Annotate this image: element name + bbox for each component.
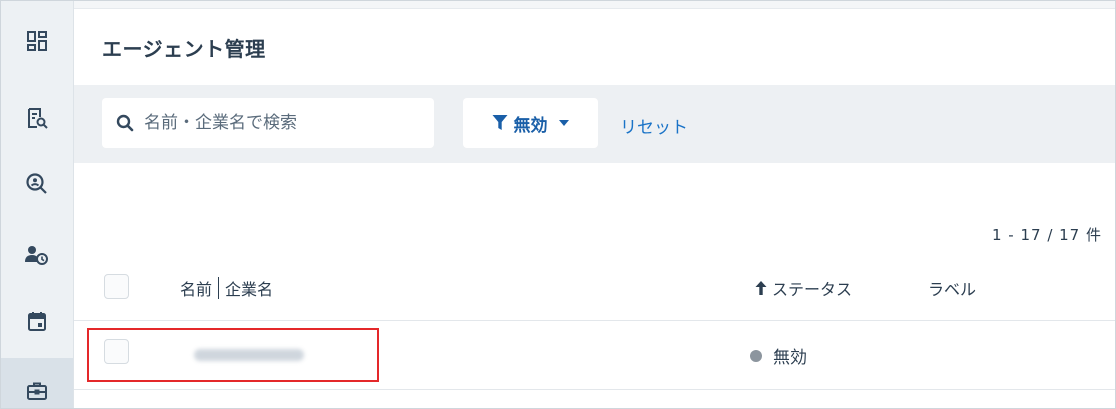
briefcase-icon (26, 382, 47, 400)
page-header: エージェント管理 (74, 9, 1116, 85)
app-window: エージェント管理 無効 リセット 1 - 17 / 17 件 (0, 0, 1116, 409)
status-filter-label: 無効 (513, 115, 548, 136)
sidebar-item-reports[interactable] (0, 87, 73, 149)
row-status: 無効 (750, 343, 807, 368)
search-box[interactable] (102, 98, 434, 148)
calendar-icon (27, 312, 46, 331)
filter-bar: 無効 リセット (74, 85, 1116, 163)
table-header: 名前 企業名 ステータス ラベル (74, 258, 1116, 321)
column-header-label[interactable]: ラベル (928, 276, 976, 300)
caret-down-icon (558, 120, 569, 126)
column-header-name[interactable]: 名前 企業名 (180, 276, 273, 300)
sidebar-item-attendance[interactable] (0, 224, 73, 286)
person-search-icon (25, 173, 47, 194)
column-company-label: 企業名 (225, 280, 274, 299)
user-clock-icon (24, 246, 48, 265)
result-count: 1 - 17 / 17 件 (991, 226, 1102, 244)
column-divider (218, 277, 220, 299)
reset-link[interactable]: リセット (620, 113, 688, 138)
sidebar (0, 0, 74, 409)
highlight-box (87, 328, 379, 382)
sidebar-item-agents[interactable] (0, 358, 73, 409)
status-filter-button[interactable]: 無効 (463, 98, 598, 148)
sidebar-item-calendar[interactable] (0, 290, 73, 352)
search-input[interactable] (144, 113, 424, 133)
column-header-status[interactable]: ステータス (754, 276, 852, 300)
sidebar-item-search-people[interactable] (0, 153, 73, 215)
select-all-checkbox[interactable] (104, 274, 129, 299)
report-search-icon (27, 108, 48, 129)
column-status-label: ステータス (772, 280, 853, 299)
top-bar (74, 0, 1116, 9)
status-dot (750, 349, 762, 362)
dashboard-icon (26, 31, 47, 51)
sidebar-item-dashboard[interactable] (0, 10, 73, 72)
row-status-label: 無効 (773, 348, 807, 368)
page-title: エージェント管理 (102, 36, 266, 61)
search-icon (116, 114, 134, 132)
column-name-label: 名前 (180, 280, 213, 299)
filter-icon (492, 115, 507, 130)
sort-ascending-icon (755, 281, 767, 295)
